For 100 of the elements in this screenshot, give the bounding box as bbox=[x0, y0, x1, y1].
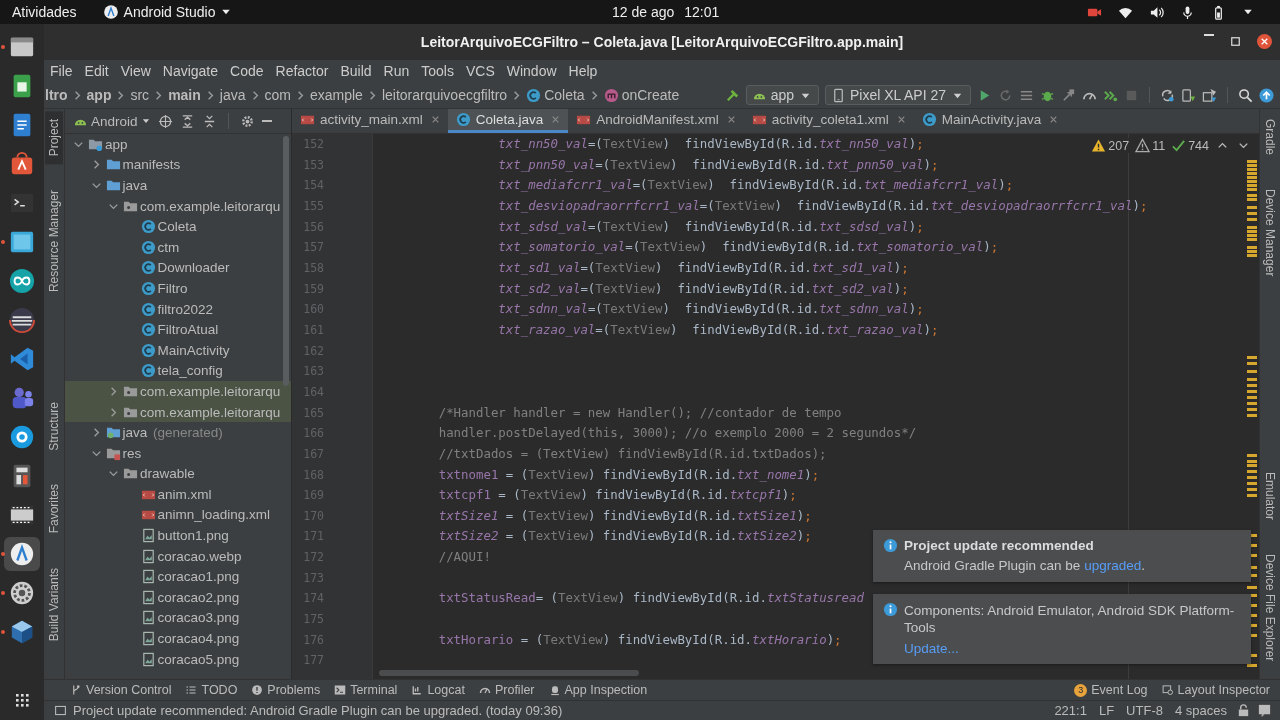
tree-item[interactable]: FiltroAtual bbox=[65, 319, 291, 340]
menu-item[interactable]: Window bbox=[500, 63, 563, 79]
breadcrumb[interactable]: ltro bbox=[44, 87, 69, 103]
menu-item[interactable]: Build bbox=[334, 63, 378, 79]
update-link[interactable]: Update... bbox=[904, 641, 959, 656]
warning-count[interactable]: 207 bbox=[1091, 138, 1130, 153]
code-line: txt_sd2_val=(TextView) findViewById(R.id.txt_sd2_val); bbox=[498, 279, 909, 298]
tree-item[interactable]: ctm bbox=[65, 236, 291, 258]
tree-item[interactable]: Downloader bbox=[65, 257, 291, 279]
tree-item[interactable]: manifests bbox=[65, 154, 291, 176]
editor-tab[interactable]: AndroidManifest.xml bbox=[568, 109, 744, 133]
tool-window-button[interactable]: Version Control bbox=[70, 683, 172, 697]
tree-item[interactable]: drawable bbox=[65, 463, 291, 485]
file-encoding[interactable]: UTF-8 bbox=[1123, 703, 1166, 718]
tree-item[interactable]: app bbox=[65, 134, 291, 155]
tree-item[interactable]: coracao4.png bbox=[65, 628, 291, 649]
tool-window-tab[interactable]: Structure bbox=[45, 393, 63, 459]
breadcrumb[interactable]: onCreate bbox=[602, 87, 681, 103]
tree-item[interactable]: res bbox=[65, 442, 291, 464]
tool-window-tab[interactable]: Project bbox=[45, 111, 63, 165]
tree-item[interactable]: Coleta bbox=[65, 216, 291, 237]
tree-item[interactable]: MainActivity bbox=[65, 339, 291, 361]
menu-item[interactable]: Run bbox=[377, 63, 416, 79]
menu-item[interactable]: Help bbox=[562, 63, 604, 79]
tree-item[interactable]: com.example.leitorarqu bbox=[65, 195, 291, 217]
code-line: txtSize2 = (TextView) findViewById(R.id.txtSize2); bbox=[438, 527, 812, 546]
tool-window-button[interactable]: App Inspection bbox=[548, 683, 648, 697]
image-file-icon bbox=[140, 528, 156, 544]
device-dropdown[interactable]: Pixel XL API 27 bbox=[825, 85, 971, 105]
breadcrumb[interactable]: example bbox=[308, 87, 364, 103]
warning-icon bbox=[1135, 138, 1151, 153]
tree-item[interactable]: java bbox=[65, 175, 291, 196]
tree-item[interactable]: coracao.webp bbox=[65, 545, 291, 567]
editor-tab[interactable]: MainActivity.java bbox=[913, 109, 1067, 133]
tool-window-tab[interactable]: Emulator bbox=[1261, 463, 1279, 528]
menu-item[interactable]: File bbox=[44, 63, 79, 79]
breadcrumb[interactable]: java bbox=[218, 87, 247, 103]
line-separator[interactable]: LF bbox=[1095, 703, 1118, 718]
tool-window-tab[interactable]: Build Variants bbox=[45, 559, 63, 649]
typo-count[interactable]: 744 bbox=[1171, 138, 1209, 153]
editor-tab[interactable]: activity_main.xml bbox=[292, 109, 448, 133]
tree-item[interactable]: anim.xml bbox=[65, 484, 291, 505]
activities-button[interactable]: Atividades bbox=[0, 4, 89, 20]
menu-item[interactable]: Refactor bbox=[269, 63, 335, 79]
run-config-dropdown[interactable]: app bbox=[745, 85, 819, 105]
scrollbar[interactable] bbox=[283, 136, 289, 386]
caret-position[interactable]: 221:1 bbox=[1051, 703, 1090, 718]
editor-tab[interactable]: activity_coleta1.xml bbox=[743, 109, 914, 133]
tool-window-button[interactable]: TODO bbox=[185, 683, 238, 697]
project-view-dropdown[interactable]: Android bbox=[73, 113, 151, 129]
scrollbar[interactable] bbox=[379, 670, 639, 676]
info-icon bbox=[883, 602, 898, 617]
tree-item[interactable]: coracao3.png bbox=[65, 607, 291, 629]
indent-setting[interactable]: 4 spaces bbox=[1171, 703, 1230, 718]
editor-tab[interactable]: Coleta.java bbox=[447, 109, 569, 133]
menu-item[interactable]: VCS bbox=[459, 63, 501, 79]
breadcrumb[interactable]: src bbox=[129, 87, 151, 103]
tree-item[interactable]: animn_loading.xml bbox=[65, 504, 291, 526]
tool-window-button[interactable]: 3 Event Log bbox=[1074, 683, 1148, 697]
tool-window-button[interactable]: Logcat bbox=[411, 683, 465, 697]
breadcrumb[interactable]: main bbox=[167, 87, 202, 103]
code-line: txtStatusRead= (TextView) findViewById(R.id.txtStatusread bbox=[438, 589, 864, 608]
compass-icon[interactable] bbox=[102, 4, 119, 20]
tool-window-button[interactable]: Layout Inspector bbox=[1161, 683, 1270, 697]
tree-item[interactable]: filtro2022 bbox=[65, 298, 291, 320]
tool-window-tab[interactable]: Gradle bbox=[1261, 111, 1279, 164]
tool-window-button[interactable]: Problems bbox=[251, 683, 321, 697]
window-icon[interactable] bbox=[54, 704, 67, 717]
menu-item[interactable]: Navigate bbox=[156, 63, 225, 79]
breadcrumb[interactable]: Coleta bbox=[525, 87, 586, 103]
weak-warning-count[interactable]: 11 bbox=[1135, 138, 1166, 153]
tool-window-tab[interactable]: Favorites bbox=[45, 476, 63, 542]
tool-window-tab[interactable]: Device File Explorer bbox=[1261, 545, 1279, 669]
breadcrumb[interactable]: com bbox=[263, 87, 292, 103]
tool-window-button[interactable]: Profiler bbox=[478, 683, 535, 697]
notification-text: Components: Android Emulator, Android SDK Platform-Tools bbox=[904, 602, 1236, 636]
breadcrumb[interactable]: app bbox=[85, 87, 113, 103]
tree-item[interactable]: com.example.leitorarqu bbox=[65, 381, 291, 402]
tree-item[interactable]: tela_config bbox=[65, 360, 291, 382]
menu-item[interactable]: View bbox=[114, 63, 157, 79]
tool-window-button[interactable]: Terminal bbox=[334, 683, 398, 697]
tree-item[interactable]: button1.png bbox=[65, 525, 291, 546]
tool-window-tab[interactable]: Resource Manager bbox=[45, 182, 63, 301]
tree-item[interactable]: Filtro bbox=[65, 278, 291, 299]
status-message[interactable]: Project update recommended: Android Gradle Plugin can be upgraded. (today 09:36) bbox=[73, 703, 563, 718]
tree-item[interactable]: com.example.leitorarqu bbox=[65, 401, 291, 423]
breadcrumb[interactable]: leitorarquivoecgfiltro bbox=[380, 87, 509, 103]
menu-item[interactable]: Tools bbox=[415, 63, 460, 79]
tree-item[interactable]: coracao1.png bbox=[65, 566, 291, 588]
code-line: txt_pnn50_val=(TextView) findViewById(R.id.txt_pnn50_val); bbox=[498, 155, 939, 174]
tree-item[interactable]: coracao5.png bbox=[65, 648, 291, 670]
minimize-icon[interactable] bbox=[261, 120, 272, 122]
menu-item[interactable]: Edit bbox=[78, 63, 115, 79]
app-menu[interactable]: Android Studio bbox=[102, 4, 233, 20]
menu-item[interactable]: Code bbox=[224, 63, 270, 79]
tree-item[interactable]: java (generated) bbox=[65, 422, 291, 443]
app-grid-icon[interactable] bbox=[14, 692, 30, 708]
attach-icon bbox=[1061, 87, 1076, 103]
tree-item[interactable]: coracao2.png bbox=[65, 587, 291, 608]
tool-window-tab[interactable]: Device Manager bbox=[1261, 181, 1279, 285]
